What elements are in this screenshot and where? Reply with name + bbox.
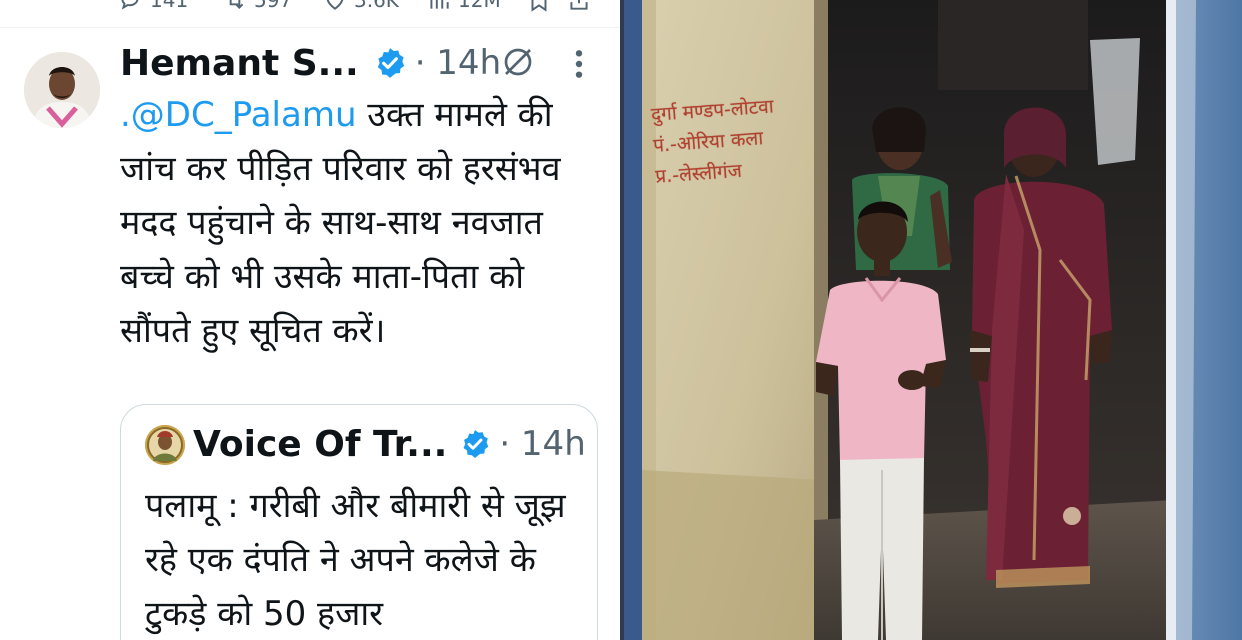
repost-icon <box>229 0 244 9</box>
repost-count: 597 <box>254 0 293 12</box>
views-icon <box>430 0 449 9</box>
author-avatar[interactable] <box>24 52 100 128</box>
no-link-icon[interactable] <box>500 44 536 80</box>
news-photo: दुर्गा मण्डप-लोटवा पं.-ओरिया कला प्र.-ले… <box>620 0 1242 640</box>
mention-link[interactable]: .@DC_Palamu <box>120 95 357 135</box>
bookmark-icon <box>531 0 547 12</box>
divider <box>0 27 620 28</box>
share-icon <box>570 0 588 10</box>
tweet-action-bar: 141 597 3.6K 12M <box>0 0 620 14</box>
more-icon[interactable] <box>572 48 586 80</box>
like-icon <box>326 0 344 10</box>
quoted-tweet-card[interactable]: Voice Of Tr... · 14h पलामू : गरीबी और बी… <box>120 404 598 640</box>
like-count: 3.6K <box>354 0 399 12</box>
reply-icon <box>121 0 139 10</box>
like-action[interactable]: 3.6K <box>322 0 399 13</box>
share-action[interactable] <box>566 0 592 13</box>
reply-count: 141 <box>150 0 189 12</box>
tweet-text: .@DC_Palamu उक्त मामले की जांच कर पीड़ित… <box>120 88 600 358</box>
quote-text: पलामू : गरीबी और बीमारी से जूझ रहे एक दं… <box>145 486 566 634</box>
bookmark-action[interactable] <box>526 0 552 13</box>
quote-author-avatar <box>145 425 185 465</box>
reply-action[interactable]: 141 <box>118 0 188 13</box>
tweet-screenshot: 141 597 3.6K 12M Hemant S... · 14h .@DC_… <box>0 0 620 640</box>
repost-action[interactable]: 597 <box>222 0 292 13</box>
author-name[interactable]: Hemant S... <box>120 43 359 84</box>
verified-badge-icon <box>463 430 489 458</box>
quote-author-name: Voice Of Tr... <box>193 423 448 465</box>
views-action[interactable]: 12M <box>426 0 501 13</box>
views-count: 12M <box>458 0 501 12</box>
tweet-time[interactable]: · 14h <box>415 43 501 83</box>
verified-badge-icon <box>377 48 404 78</box>
wall-painted-text: दुर्गा मण्डप-लोटवा पं.-ओरिया कला प्र.-ले… <box>650 91 779 192</box>
quote-header: Voice Of Tr... · 14h <box>193 421 586 467</box>
quote-time: · 14h <box>499 424 586 464</box>
tweet-header: Hemant S... · 14h <box>120 40 501 86</box>
